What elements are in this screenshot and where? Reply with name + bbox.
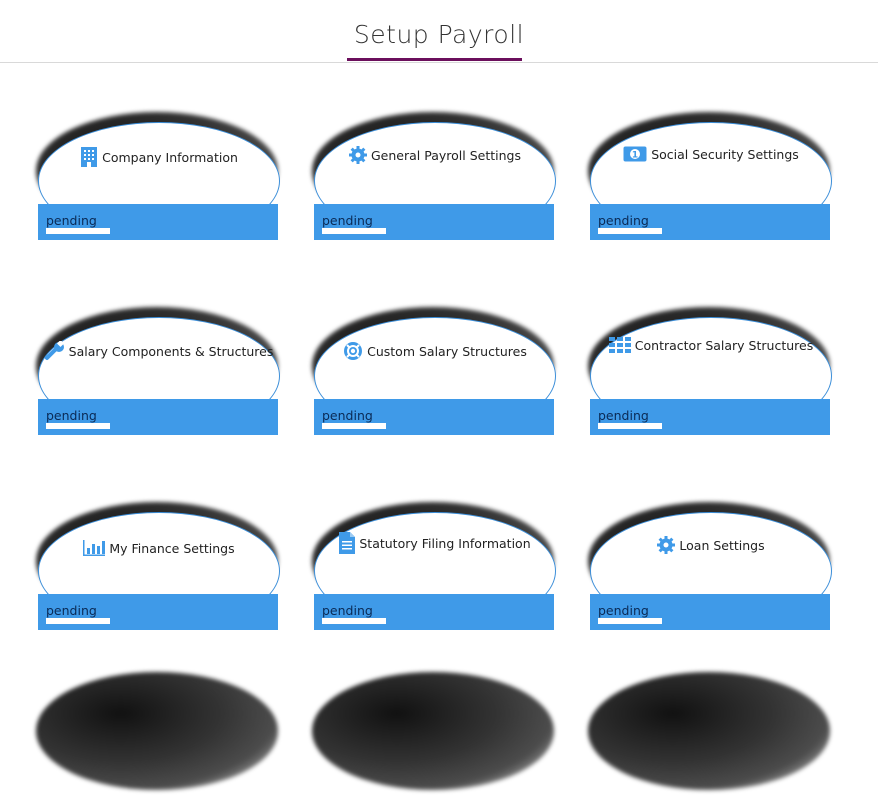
status-text: pending (322, 213, 373, 228)
setup-card-statutory-filing-information[interactable]: Statutory Filing Information pending (312, 502, 556, 638)
progress-bar (598, 423, 662, 429)
wrench-icon (44, 341, 65, 361)
document-icon (339, 532, 356, 554)
status-text: pending (598, 603, 649, 618)
setup-card-my-finance-settings[interactable]: My Finance Settings pending (36, 502, 280, 638)
grid-icon (608, 337, 631, 353)
status-bar-panel: pending (38, 594, 278, 630)
card-shadow (588, 672, 830, 790)
status-text: pending (46, 213, 97, 228)
setup-card-contractor-salary-structures[interactable]: Contractor Salary Structures pending (588, 307, 832, 443)
status-bar-panel: pending (38, 399, 278, 435)
card-label: General Payroll Settings (371, 147, 521, 163)
svg-text:1: 1 (632, 151, 638, 161)
gear-icon (349, 146, 367, 164)
setup-card-partial[interactable] (588, 672, 830, 808)
status-bar-panel: pending (314, 204, 554, 240)
card-label: Custom Salary Structures (367, 343, 527, 359)
status-bar-panel: pending (314, 399, 554, 435)
card-label: Loan Settings (679, 537, 765, 553)
setup-card-salary-components-structures[interactable]: Salary Components & Structures pending (36, 307, 280, 443)
bar-chart-icon (83, 540, 106, 556)
lifebuoy-icon (343, 341, 363, 361)
progress-bar (322, 423, 386, 429)
status-bar-panel: pending (38, 204, 278, 240)
card-label: Social Security Settings (651, 146, 799, 162)
card-label: My Finance Settings (109, 540, 235, 556)
status-bar-panel: pending (590, 594, 830, 630)
progress-bar (46, 228, 110, 234)
status-text: pending (598, 408, 649, 423)
building-icon (80, 146, 98, 168)
status-text: pending (46, 408, 97, 423)
status-bar-panel: pending (590, 204, 830, 240)
status-text: pending (46, 603, 97, 618)
card-label: Contractor Salary Structures (634, 337, 814, 353)
progress-bar (322, 228, 386, 234)
setup-card-partial[interactable] (312, 672, 554, 808)
status-text: pending (598, 213, 649, 228)
setup-card-general-payroll-settings[interactable]: General Payroll Settings pending (312, 112, 556, 248)
setup-card-custom-salary-structures[interactable]: Custom Salary Structures pending (312, 307, 556, 443)
status-text: pending (322, 603, 373, 618)
progress-bar (46, 618, 110, 624)
card-label: Company Information (102, 149, 238, 165)
card-shadow (312, 672, 554, 790)
status-text: pending (322, 408, 373, 423)
card-label: Statutory Filing Information (359, 535, 531, 551)
card-shadow (36, 672, 278, 790)
progress-bar (322, 618, 386, 624)
card-label: Salary Components & Structures (68, 343, 274, 359)
money-icon: 1 (623, 146, 647, 162)
status-bar-panel: pending (590, 399, 830, 435)
progress-bar (598, 618, 662, 624)
setup-card-company-information[interactable]: Company Information pending (36, 112, 280, 248)
status-bar-panel: pending (314, 594, 554, 630)
setup-card-partial[interactable] (36, 672, 278, 808)
progress-bar (598, 228, 662, 234)
progress-bar (46, 423, 110, 429)
gear-icon (657, 536, 676, 554)
setup-card-grid: Company Information pending General Payr… (0, 0, 878, 790)
setup-card-loan-settings[interactable]: Loan Settings pending (588, 502, 832, 638)
setup-card-social-security-settings[interactable]: 1 Social Security Settings pending (588, 112, 832, 248)
